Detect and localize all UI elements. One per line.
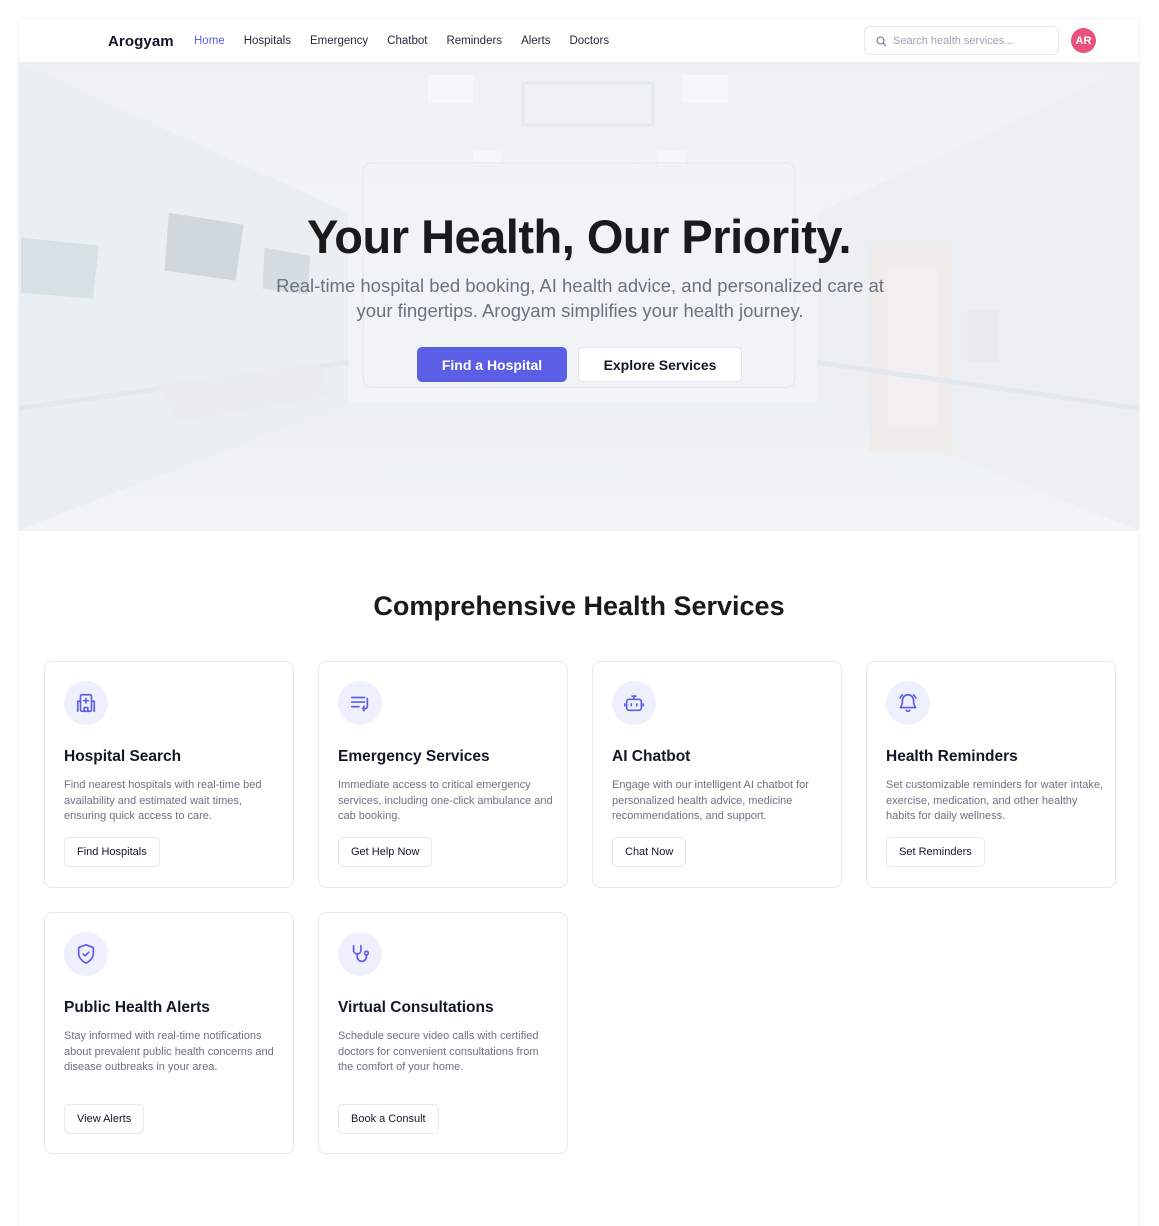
book-consult-button[interactable]: Book a Consult [338, 1104, 439, 1134]
service-card-public-health-alerts: Public Health Alerts Stay informed with … [44, 912, 294, 1154]
get-help-now-button[interactable]: Get Help Now [338, 837, 433, 867]
card-description: Stay informed with real-time notificatio… [64, 1030, 274, 1073]
nav-alerts[interactable]: Alerts [521, 35, 550, 47]
explore-services-button[interactable]: Explore Services [578, 347, 742, 382]
card-title: Hospital Search [64, 748, 182, 765]
nav-chatbot[interactable]: Chatbot [387, 35, 427, 47]
view-alerts-button[interactable]: View Alerts [64, 1104, 145, 1134]
hero-subtitle: Real-time hospital bed booking, AI healt… [276, 275, 884, 321]
search-box[interactable] [864, 26, 1059, 55]
service-card-health-reminders: Health Reminders Set customizable remind… [866, 661, 1116, 888]
services-title: Comprehensive Health Services [373, 591, 785, 621]
card-description: Engage with our intelligent AI chatbot f… [612, 779, 809, 822]
shield-check-icon [64, 932, 108, 976]
search-input[interactable] [893, 34, 1053, 47]
card-description: Immediate access to critical emergency s… [338, 779, 553, 822]
card-title: Emergency Services [338, 748, 490, 765]
find-hospital-button[interactable]: Find a Hospital [417, 347, 567, 382]
brand-logo[interactable]: Arogyam [108, 33, 174, 50]
siren-list-icon [338, 681, 382, 725]
card-title: AI Chatbot [612, 748, 691, 765]
card-title: Health Reminders [886, 748, 1018, 765]
service-card-emergency: Emergency Services Immediate access to c… [318, 661, 568, 888]
top-navbar: Arogyam Home Hospitals Emergency Chatbot… [19, 19, 1139, 63]
service-card-virtual-consultations: Virtual Consultations Schedule secure vi… [318, 912, 568, 1154]
nav-doctors[interactable]: Doctors [569, 35, 609, 47]
main-nav: Home Hospitals Emergency Chatbot Reminde… [194, 35, 628, 47]
stethoscope-icon [338, 932, 382, 976]
card-title: Virtual Consultations [338, 999, 494, 1016]
card-description: Find nearest hospitals with real-time be… [64, 779, 262, 822]
bot-icon [612, 681, 656, 725]
nav-hospitals[interactable]: Hospitals [244, 35, 291, 47]
nav-home[interactable]: Home [194, 35, 225, 47]
search-icon [876, 35, 887, 46]
hero-title: Your Health, Our Priority. [306, 210, 852, 263]
nav-reminders[interactable]: Reminders [446, 35, 502, 47]
hospital-icon [64, 681, 108, 725]
card-description: Schedule secure video calls with certifi… [338, 1030, 539, 1073]
card-description: Set customizable reminders for water int… [886, 779, 1104, 822]
card-title: Public Health Alerts [64, 999, 210, 1016]
find-hospitals-button[interactable]: Find Hospitals [64, 837, 160, 867]
nav-emergency[interactable]: Emergency [310, 35, 368, 47]
service-card-ai-chatbot: AI Chatbot Engage with our intelligent A… [592, 661, 842, 888]
service-card-hospital-search: Hospital Search Find nearest hospitals w… [44, 661, 294, 888]
app-frame: Arogyam Home Hospitals Emergency Chatbot… [18, 18, 1140, 1226]
user-avatar[interactable]: AR [1071, 28, 1096, 53]
bell-ring-icon [886, 681, 930, 725]
set-reminders-button[interactable]: Set Reminders [886, 837, 985, 867]
hero-section: Your Health, Our Priority. Real-time hos… [19, 63, 1139, 531]
chat-now-button[interactable]: Chat Now [612, 837, 687, 867]
